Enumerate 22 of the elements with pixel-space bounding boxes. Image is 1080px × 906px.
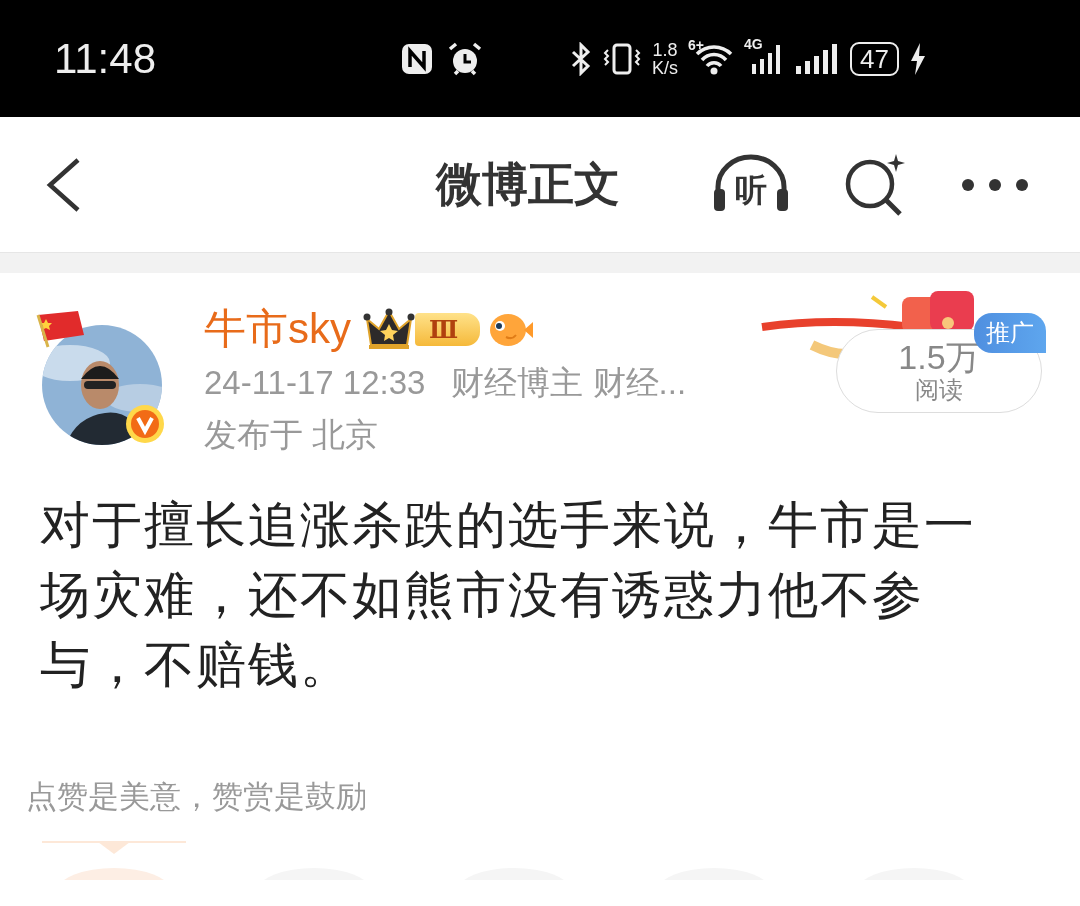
author-tags: 财经博主 财经... — [451, 357, 687, 409]
network-speed-unit: K/s — [652, 58, 678, 77]
crown-icon — [363, 307, 415, 351]
cellular-signal-icon — [794, 41, 840, 76]
bluetooth-icon — [570, 41, 592, 76]
page-title: 微博正文 — [436, 155, 620, 213]
verified-badge-icon — [124, 403, 166, 445]
vibrate-icon — [602, 41, 642, 76]
more-icon[interactable] — [960, 176, 1030, 193]
wifi-standard-label: 6+ — [688, 36, 704, 53]
member-level-badge: Ⅲ — [415, 312, 481, 346]
battery-indicator: 47 — [850, 41, 899, 76]
nfc-icon — [400, 41, 434, 76]
post-text: 对于擅长追涨杀跌的选手来说，牛市是一场灾难，还不如熊市没有诱惑力他不参与，不赔钱。 — [40, 495, 977, 696]
clock-time: 11:48 — [54, 34, 157, 83]
listen-button[interactable]: 听 — [708, 152, 794, 217]
post-time: 24-11-17 12:33 — [204, 363, 426, 403]
charging-bolt-icon — [908, 41, 927, 76]
network-speed-value: 1.8 — [652, 40, 678, 59]
post-location: 发布于 北京 — [204, 415, 379, 455]
reward-prompt: 点赞是美意，赞赏是鼓励 — [26, 777, 368, 816]
network-type-label: 4G — [744, 35, 763, 52]
